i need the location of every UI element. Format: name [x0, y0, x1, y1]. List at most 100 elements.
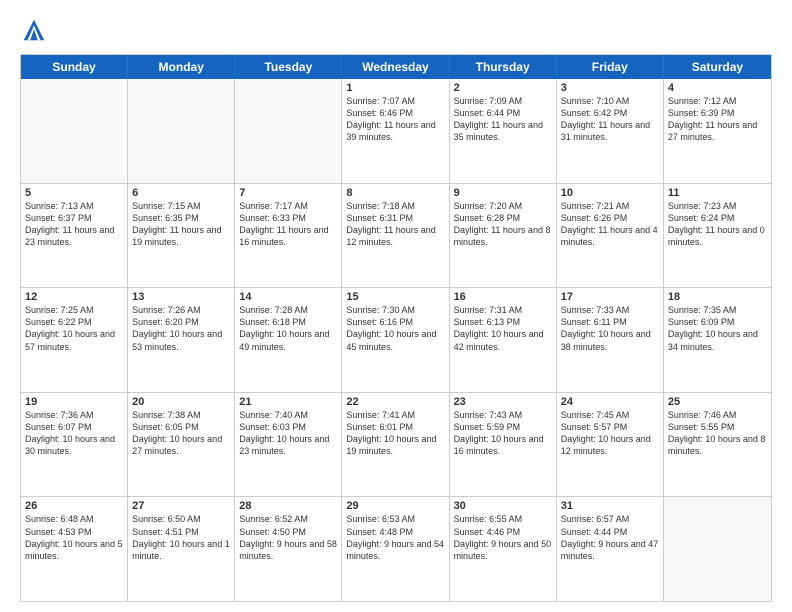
- cell-info: Sunrise: 7:28 AM Sunset: 6:18 PM Dayligh…: [239, 304, 337, 353]
- calendar-body: 1Sunrise: 7:07 AM Sunset: 6:46 PM Daylig…: [21, 79, 771, 601]
- day-cell-4: 4Sunrise: 7:12 AM Sunset: 6:39 PM Daylig…: [664, 79, 771, 183]
- cell-info: Sunrise: 7:31 AM Sunset: 6:13 PM Dayligh…: [454, 304, 552, 353]
- day-number: 1: [346, 82, 444, 94]
- day-number: 23: [454, 396, 552, 408]
- cell-info: Sunrise: 7:20 AM Sunset: 6:28 PM Dayligh…: [454, 200, 552, 249]
- day-cell-8: 8Sunrise: 7:18 AM Sunset: 6:31 PM Daylig…: [342, 184, 449, 288]
- cell-info: Sunrise: 6:48 AM Sunset: 4:53 PM Dayligh…: [25, 513, 123, 562]
- cell-info: Sunrise: 6:55 AM Sunset: 4:46 PM Dayligh…: [454, 513, 552, 562]
- calendar-row-3: 19Sunrise: 7:36 AM Sunset: 6:07 PM Dayli…: [21, 392, 771, 497]
- cell-info: Sunrise: 7:15 AM Sunset: 6:35 PM Dayligh…: [132, 200, 230, 249]
- day-number: 24: [561, 396, 659, 408]
- day-number: 21: [239, 396, 337, 408]
- day-cell-20: 20Sunrise: 7:38 AM Sunset: 6:05 PM Dayli…: [128, 393, 235, 497]
- calendar-row-0: 1Sunrise: 7:07 AM Sunset: 6:46 PM Daylig…: [21, 79, 771, 183]
- calendar-row-2: 12Sunrise: 7:25 AM Sunset: 6:22 PM Dayli…: [21, 287, 771, 392]
- calendar-row-1: 5Sunrise: 7:13 AM Sunset: 6:37 PM Daylig…: [21, 183, 771, 288]
- cell-info: Sunrise: 7:45 AM Sunset: 5:57 PM Dayligh…: [561, 409, 659, 458]
- day-number: 20: [132, 396, 230, 408]
- header-cell-wednesday: Wednesday: [342, 55, 449, 79]
- day-cell-15: 15Sunrise: 7:30 AM Sunset: 6:16 PM Dayli…: [342, 288, 449, 392]
- logo: [20, 16, 52, 44]
- cell-info: Sunrise: 7:30 AM Sunset: 6:16 PM Dayligh…: [346, 304, 444, 353]
- day-number: 31: [561, 500, 659, 512]
- cell-info: Sunrise: 7:07 AM Sunset: 6:46 PM Dayligh…: [346, 95, 444, 144]
- day-cell-23: 23Sunrise: 7:43 AM Sunset: 5:59 PM Dayli…: [450, 393, 557, 497]
- day-number: 10: [561, 187, 659, 199]
- day-number: 19: [25, 396, 123, 408]
- cell-info: Sunrise: 7:25 AM Sunset: 6:22 PM Dayligh…: [25, 304, 123, 353]
- day-cell-27: 27Sunrise: 6:50 AM Sunset: 4:51 PM Dayli…: [128, 497, 235, 601]
- day-number: 7: [239, 187, 337, 199]
- cell-info: Sunrise: 7:21 AM Sunset: 6:26 PM Dayligh…: [561, 200, 659, 249]
- day-number: 13: [132, 291, 230, 303]
- header-cell-tuesday: Tuesday: [235, 55, 342, 79]
- cell-info: Sunrise: 7:35 AM Sunset: 6:09 PM Dayligh…: [668, 304, 767, 353]
- day-number: 15: [346, 291, 444, 303]
- day-cell-30: 30Sunrise: 6:55 AM Sunset: 4:46 PM Dayli…: [450, 497, 557, 601]
- day-cell-7: 7Sunrise: 7:17 AM Sunset: 6:33 PM Daylig…: [235, 184, 342, 288]
- day-cell-17: 17Sunrise: 7:33 AM Sunset: 6:11 PM Dayli…: [557, 288, 664, 392]
- header-cell-thursday: Thursday: [450, 55, 557, 79]
- day-cell-13: 13Sunrise: 7:26 AM Sunset: 6:20 PM Dayli…: [128, 288, 235, 392]
- day-cell-24: 24Sunrise: 7:45 AM Sunset: 5:57 PM Dayli…: [557, 393, 664, 497]
- day-cell-29: 29Sunrise: 6:53 AM Sunset: 4:48 PM Dayli…: [342, 497, 449, 601]
- day-cell-21: 21Sunrise: 7:40 AM Sunset: 6:03 PM Dayli…: [235, 393, 342, 497]
- day-cell-9: 9Sunrise: 7:20 AM Sunset: 6:28 PM Daylig…: [450, 184, 557, 288]
- cell-info: Sunrise: 7:43 AM Sunset: 5:59 PM Dayligh…: [454, 409, 552, 458]
- cell-info: Sunrise: 7:17 AM Sunset: 6:33 PM Dayligh…: [239, 200, 337, 249]
- day-cell-10: 10Sunrise: 7:21 AM Sunset: 6:26 PM Dayli…: [557, 184, 664, 288]
- day-number: 29: [346, 500, 444, 512]
- empty-cell-0-0: [21, 79, 128, 183]
- cell-info: Sunrise: 7:12 AM Sunset: 6:39 PM Dayligh…: [668, 95, 767, 144]
- day-number: 16: [454, 291, 552, 303]
- cell-info: Sunrise: 7:18 AM Sunset: 6:31 PM Dayligh…: [346, 200, 444, 249]
- cell-info: Sunrise: 6:57 AM Sunset: 4:44 PM Dayligh…: [561, 513, 659, 562]
- cell-info: Sunrise: 7:10 AM Sunset: 6:42 PM Dayligh…: [561, 95, 659, 144]
- day-cell-14: 14Sunrise: 7:28 AM Sunset: 6:18 PM Dayli…: [235, 288, 342, 392]
- day-cell-25: 25Sunrise: 7:46 AM Sunset: 5:55 PM Dayli…: [664, 393, 771, 497]
- day-number: 30: [454, 500, 552, 512]
- header-cell-sunday: Sunday: [21, 55, 128, 79]
- calendar-header-row: SundayMondayTuesdayWednesdayThursdayFrid…: [21, 55, 771, 79]
- cell-info: Sunrise: 7:23 AM Sunset: 6:24 PM Dayligh…: [668, 200, 767, 249]
- day-number: 3: [561, 82, 659, 94]
- day-cell-3: 3Sunrise: 7:10 AM Sunset: 6:42 PM Daylig…: [557, 79, 664, 183]
- cell-info: Sunrise: 7:41 AM Sunset: 6:01 PM Dayligh…: [346, 409, 444, 458]
- day-cell-22: 22Sunrise: 7:41 AM Sunset: 6:01 PM Dayli…: [342, 393, 449, 497]
- day-number: 28: [239, 500, 337, 512]
- day-cell-28: 28Sunrise: 6:52 AM Sunset: 4:50 PM Dayli…: [235, 497, 342, 601]
- day-number: 25: [668, 396, 767, 408]
- day-cell-26: 26Sunrise: 6:48 AM Sunset: 4:53 PM Dayli…: [21, 497, 128, 601]
- cell-info: Sunrise: 7:09 AM Sunset: 6:44 PM Dayligh…: [454, 95, 552, 144]
- cell-info: Sunrise: 7:46 AM Sunset: 5:55 PM Dayligh…: [668, 409, 767, 458]
- day-number: 5: [25, 187, 123, 199]
- header-cell-friday: Friday: [557, 55, 664, 79]
- day-number: 2: [454, 82, 552, 94]
- header: [20, 16, 772, 44]
- day-number: 4: [668, 82, 767, 94]
- day-number: 11: [668, 187, 767, 199]
- cell-info: Sunrise: 7:33 AM Sunset: 6:11 PM Dayligh…: [561, 304, 659, 353]
- cell-info: Sunrise: 7:38 AM Sunset: 6:05 PM Dayligh…: [132, 409, 230, 458]
- cell-info: Sunrise: 7:40 AM Sunset: 6:03 PM Dayligh…: [239, 409, 337, 458]
- day-cell-2: 2Sunrise: 7:09 AM Sunset: 6:44 PM Daylig…: [450, 79, 557, 183]
- header-cell-monday: Monday: [128, 55, 235, 79]
- day-cell-31: 31Sunrise: 6:57 AM Sunset: 4:44 PM Dayli…: [557, 497, 664, 601]
- calendar-row-4: 26Sunrise: 6:48 AM Sunset: 4:53 PM Dayli…: [21, 496, 771, 601]
- logo-icon: [20, 16, 48, 44]
- day-cell-16: 16Sunrise: 7:31 AM Sunset: 6:13 PM Dayli…: [450, 288, 557, 392]
- day-cell-18: 18Sunrise: 7:35 AM Sunset: 6:09 PM Dayli…: [664, 288, 771, 392]
- day-cell-6: 6Sunrise: 7:15 AM Sunset: 6:35 PM Daylig…: [128, 184, 235, 288]
- cell-info: Sunrise: 7:26 AM Sunset: 6:20 PM Dayligh…: [132, 304, 230, 353]
- cell-info: Sunrise: 6:50 AM Sunset: 4:51 PM Dayligh…: [132, 513, 230, 562]
- cell-info: Sunrise: 6:53 AM Sunset: 4:48 PM Dayligh…: [346, 513, 444, 562]
- day-number: 17: [561, 291, 659, 303]
- cell-info: Sunrise: 7:36 AM Sunset: 6:07 PM Dayligh…: [25, 409, 123, 458]
- day-number: 12: [25, 291, 123, 303]
- day-number: 22: [346, 396, 444, 408]
- calendar: SundayMondayTuesdayWednesdayThursdayFrid…: [20, 54, 772, 602]
- empty-cell-0-1: [128, 79, 235, 183]
- day-number: 26: [25, 500, 123, 512]
- day-number: 27: [132, 500, 230, 512]
